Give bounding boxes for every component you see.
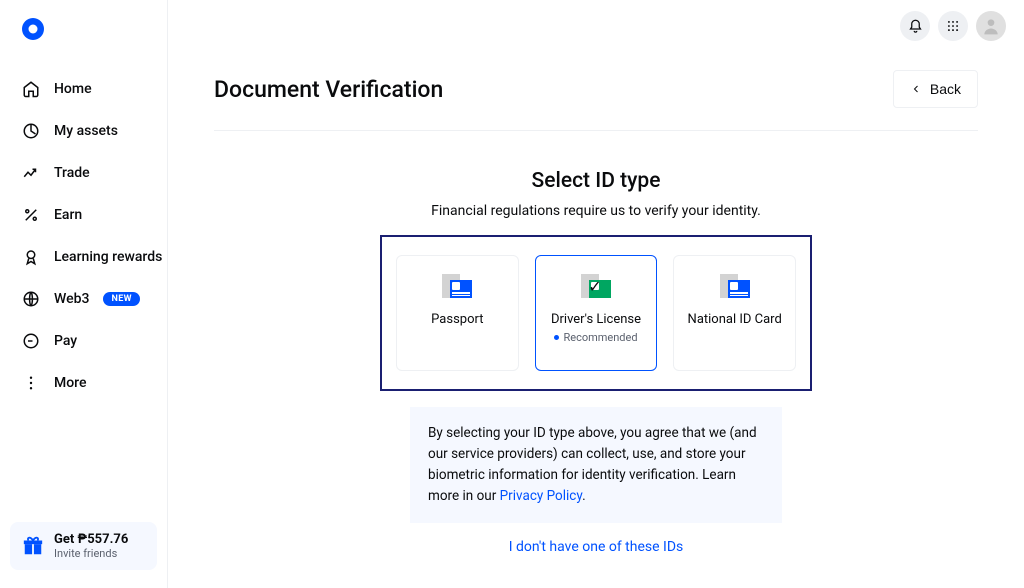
invite-card[interactable]: Get ₱557.76 Invite friends xyxy=(10,522,157,570)
disclaimer-tail: . xyxy=(582,488,586,504)
globe-icon xyxy=(22,290,40,308)
id-option-label: Driver's License xyxy=(551,312,641,327)
grid-icon xyxy=(946,19,960,33)
privacy-policy-link[interactable]: Privacy Policy xyxy=(500,488,582,504)
chevron-left-icon xyxy=(910,83,922,95)
invite-title: Get ₱557.76 xyxy=(54,532,128,547)
id-option-label: Passport xyxy=(431,312,483,327)
id-option-drivers-license[interactable]: ✓ Driver's License Recommended xyxy=(535,255,658,371)
passport-icon xyxy=(442,274,472,298)
back-button[interactable]: Back xyxy=(893,70,978,108)
id-option-label: National ID Card xyxy=(688,312,782,327)
page-title: Document Verification xyxy=(214,76,443,103)
license-icon: ✓ xyxy=(581,274,611,298)
invite-sub: Invite friends xyxy=(54,547,128,560)
topbar xyxy=(168,0,1024,52)
new-badge: NEW xyxy=(103,292,140,306)
sidebar-item-trade[interactable]: Trade xyxy=(0,152,167,194)
sidebar-item-more[interactable]: More xyxy=(0,362,167,404)
sidebar-item-label: Earn xyxy=(54,207,82,223)
notifications-button[interactable] xyxy=(900,11,930,41)
sidebar-item-label: Web3 xyxy=(54,291,89,307)
sidebar-item-label: Pay xyxy=(54,333,77,349)
sidebar-item-learning-rewards[interactable]: Learning rewards xyxy=(0,236,167,278)
id-option-passport[interactable]: Passport xyxy=(396,255,519,371)
sidebar-item-my-assets[interactable]: My assets xyxy=(0,110,167,152)
page-header: Document Verification Back xyxy=(214,52,978,131)
sidebar-item-label: Home xyxy=(54,81,92,97)
id-type-group: Passport ✓ Driver's License Recommended xyxy=(380,235,812,391)
logo[interactable] xyxy=(0,18,167,58)
pay-icon xyxy=(22,332,40,350)
main: Document Verification Back Select ID typ… xyxy=(168,0,1024,588)
coinbase-logo-icon xyxy=(22,18,44,40)
no-id-link[interactable]: I don't have one of these IDs xyxy=(214,539,978,555)
apps-button[interactable] xyxy=(938,11,968,41)
avatar[interactable] xyxy=(976,11,1006,41)
recommended-badge: Recommended xyxy=(554,331,637,344)
disclaimer: By selecting your ID type above, you agr… xyxy=(410,407,782,523)
percent-icon xyxy=(22,206,40,224)
sidebar-item-home[interactable]: Home xyxy=(0,68,167,110)
trend-icon xyxy=(22,164,40,182)
sidebar: Home My assets Trade Earn Learning rewar… xyxy=(0,0,168,588)
section-heading: Select ID type xyxy=(214,169,978,193)
sidebar-item-label: More xyxy=(54,375,87,391)
ribbon-icon xyxy=(22,248,40,266)
back-label: Back xyxy=(930,81,961,97)
pie-icon xyxy=(22,122,40,140)
nav-list: Home My assets Trade Earn Learning rewar… xyxy=(0,68,167,514)
section-sub: Financial regulations require us to veri… xyxy=(214,203,978,219)
gift-icon xyxy=(22,535,44,557)
sidebar-item-web3[interactable]: Web3 NEW xyxy=(0,278,167,320)
user-icon xyxy=(981,16,1001,36)
home-icon xyxy=(22,80,40,98)
national-id-icon xyxy=(720,274,750,298)
sidebar-item-pay[interactable]: Pay xyxy=(0,320,167,362)
sidebar-item-earn[interactable]: Earn xyxy=(0,194,167,236)
more-icon xyxy=(22,374,40,392)
sidebar-item-label: My assets xyxy=(54,123,118,139)
sidebar-item-label: Trade xyxy=(54,165,90,181)
sidebar-item-label: Learning rewards xyxy=(54,249,162,265)
disclaimer-text: By selecting your ID type above, you agr… xyxy=(428,425,757,504)
bell-icon xyxy=(908,19,923,34)
id-option-national-id[interactable]: National ID Card xyxy=(673,255,796,371)
